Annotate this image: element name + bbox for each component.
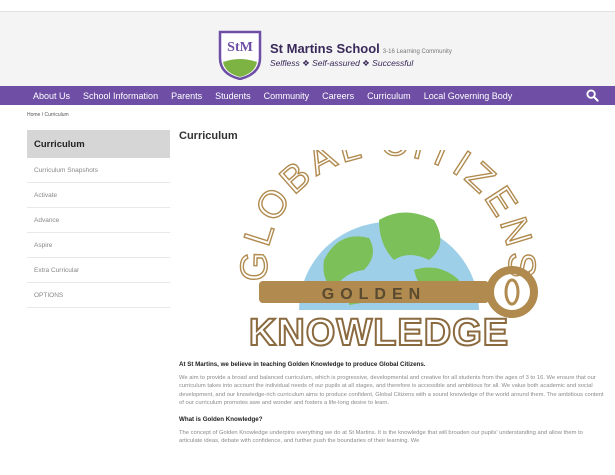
nav-community[interactable]: Community	[264, 91, 310, 101]
school-motto: Selfless ❖ Self-assured ❖ Successful	[270, 58, 414, 68]
nav-curriculum[interactable]: Curriculum	[367, 91, 411, 101]
sidebar-item-activate[interactable]: Activate	[27, 183, 170, 208]
golden-knowledge-logo: GLOBAL CITIZENS GOLDEN KNOWLEDGE	[233, 150, 539, 355]
crest-text: StM	[227, 40, 253, 55]
school-subtitle: 3-16 Learning Community	[382, 49, 452, 55]
body-text: At St Martins, we believe in teaching Go…	[179, 361, 607, 445]
lead-paragraph: At St Martins, we believe in teaching Go…	[179, 361, 426, 368]
nav-about-us[interactable]: About Us	[33, 91, 70, 101]
nav-local-governing-body[interactable]: Local Governing Body	[424, 91, 513, 101]
section-heading: What is Golden Knowledge?	[179, 415, 263, 423]
sidebar-item-advance[interactable]: Advance	[27, 208, 170, 233]
breadcrumb: Home / Curriculum	[27, 112, 69, 118]
nav-students[interactable]: Students	[215, 91, 251, 101]
intro-paragraph: We aim to provide a broad and balanced c…	[179, 375, 604, 407]
site-header: StM St Martins School 3-16 Learning Commu…	[0, 12, 615, 86]
main-content: Curriculum GLOBAL CITIZENS GOLDEN KNOWLE…	[179, 130, 607, 355]
sidebar-item-curriculum-snapshots[interactable]: Curriculum Snapshots	[27, 158, 170, 183]
crest-icon: StM	[218, 30, 262, 80]
knowledge-text: KNOWLEDGE	[249, 312, 509, 354]
main-nav: About Us School Information Parents Stud…	[0, 86, 615, 105]
school-name: St Martins School 3-16 Learning Community	[270, 41, 452, 56]
search-icon[interactable]	[586, 89, 599, 102]
key-text: GOLDEN	[322, 286, 426, 303]
sidebar-item-options[interactable]: OPTIONS	[27, 283, 170, 308]
page-title: Curriculum	[179, 130, 238, 142]
sidebar-item-aspire[interactable]: Aspire	[27, 233, 170, 258]
sidebar-item-extra-curricular[interactable]: Extra Curricular	[27, 258, 170, 283]
nav-careers[interactable]: Careers	[322, 91, 354, 101]
nav-school-information[interactable]: School Information	[83, 91, 158, 101]
sidebar: Curriculum Curriculum Snapshots Activate…	[27, 130, 170, 308]
school-logo[interactable]: StM St Martins School 3-16 Learning Commu…	[218, 30, 452, 80]
golden-knowledge-paragraph: The concept of Golden Knowledge underpin…	[179, 429, 583, 445]
sidebar-title[interactable]: Curriculum	[27, 130, 170, 158]
top-strip	[0, 0, 615, 12]
nav-parents[interactable]: Parents	[171, 91, 202, 101]
